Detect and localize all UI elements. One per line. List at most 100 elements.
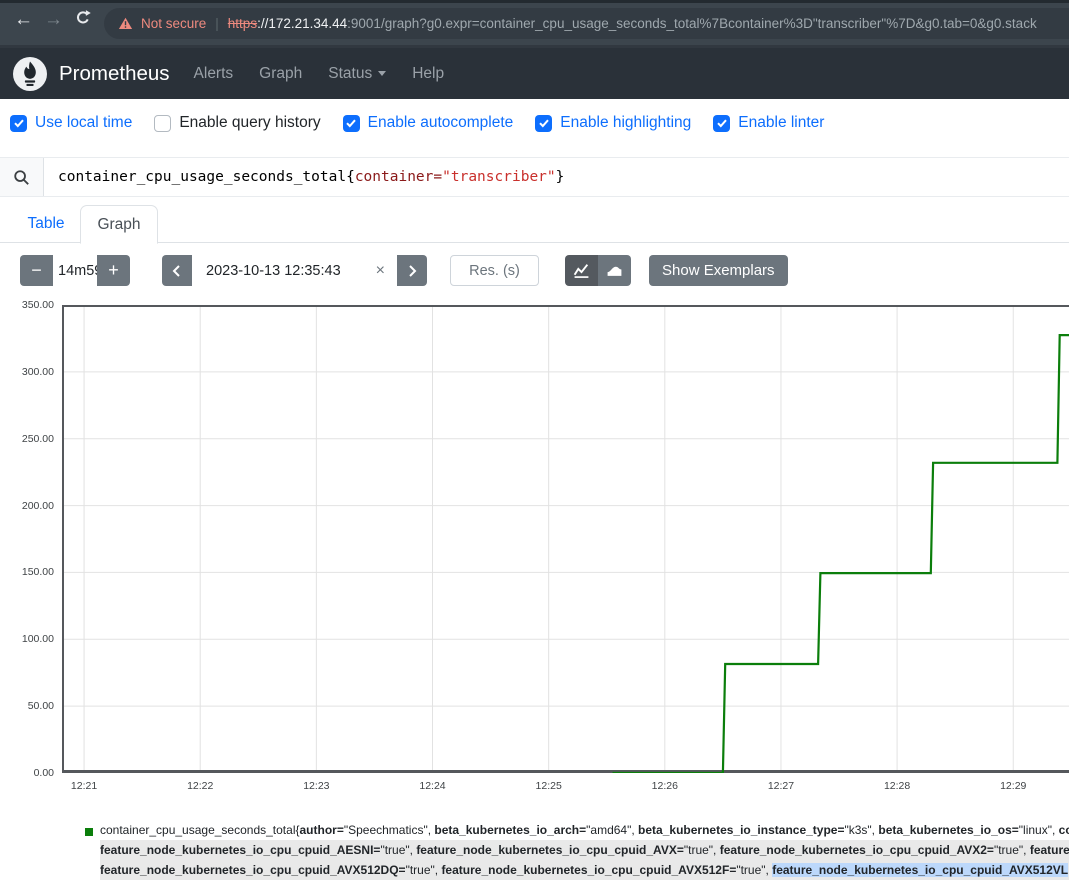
legend-label-name: feature_node_kubernetes_io_cpu_cpuid_AVX… — [772, 863, 1068, 877]
legend-label-value: container_cpu_usage_seconds_total{ — [100, 823, 300, 837]
y-axis-tick-label: 350.00 — [22, 299, 54, 311]
y-axis-labels: 0.0050.00100.00150.00200.00250.00300.003… — [0, 305, 57, 773]
stacked-chart-button[interactable] — [598, 255, 631, 286]
query-token-metric: container_cpu_usage_seconds_total — [58, 169, 346, 185]
query-token-label: container= — [355, 169, 442, 185]
chevron-right-icon — [406, 264, 418, 278]
clear-datetime-icon[interactable]: × — [376, 262, 385, 280]
legend-label-value: "true", — [380, 843, 416, 857]
duration-control-group: − 14m59s + — [20, 255, 130, 286]
checkbox-label: Enable linter — [738, 114, 824, 132]
x-axis-tick-label: 12:26 — [643, 780, 687, 792]
x-axis-tick-label: 12:21 — [62, 780, 106, 792]
legend-line: container_cpu_usage_seconds_total{author… — [100, 820, 1069, 840]
y-axis-tick-label: 50.00 — [28, 700, 54, 712]
panel-tabs: Table Graph — [0, 205, 1069, 243]
legend-label-name: feature_node_kubernetes_io_cpu_cpuid_AVX… — [416, 843, 684, 857]
show-exemplars-button[interactable]: Show Exemplars — [649, 255, 788, 286]
next-time-button[interactable] — [397, 255, 427, 286]
legend-label-name: beta_kubernetes_io_instance_type= — [638, 823, 844, 837]
legend-label-name: feature_node_kubernetes_io_cpu_cpuid_AVX… — [100, 863, 406, 877]
settings-row: Use local time Enable query history Enab… — [10, 114, 824, 132]
url-bar[interactable]: Not secure | https ://172.21.34.44 :9001… — [104, 8, 1069, 39]
legend-label-name: beta_kubernetes_io_os= — [878, 823, 1018, 837]
checkbox-enable-query-history[interactable]: Enable query history — [154, 114, 320, 132]
checkbox-icon[interactable] — [10, 115, 27, 132]
datetime-input[interactable]: 2023-10-13 12:35:43 × — [192, 255, 397, 286]
reload-icon[interactable] — [74, 9, 92, 33]
chevron-left-icon — [171, 264, 183, 278]
not-secure-label: Not secure — [141, 16, 206, 31]
legend-label-name: feature_node_kubernetes_io_cpu_cpuid_AVX… — [441, 863, 736, 877]
url-path: :9001/graph?g0.expr=container_cpu_usage_… — [347, 16, 1037, 31]
legend-label-value: "k3s", — [844, 823, 878, 837]
back-icon[interactable]: ← — [14, 9, 33, 31]
resolution-input[interactable]: Res. (s) — [450, 255, 539, 286]
legend-label-name: author= — [300, 823, 344, 837]
x-axis-tick-label: 12:24 — [411, 780, 455, 792]
nav-item-status[interactable]: Status — [328, 65, 386, 83]
checkbox-icon[interactable] — [535, 115, 552, 132]
x-axis-tick-label: 12:22 — [178, 780, 222, 792]
url-host: ://172.21.34.44 — [257, 16, 347, 31]
query-token-string: "transcriber" — [442, 169, 556, 185]
checkbox-use-local-time[interactable]: Use local time — [10, 114, 132, 132]
nav-item-graph[interactable]: Graph — [259, 65, 302, 83]
checkbox-enable-highlighting[interactable]: Enable highlighting — [535, 114, 691, 132]
query-token-brace: } — [556, 169, 565, 185]
legend-label-value: "Speechmatics", — [344, 823, 435, 837]
url-scheme: https — [228, 16, 257, 31]
series-color-swatch — [85, 828, 93, 836]
datetime-control-group: 2023-10-13 12:35:43 × — [162, 255, 427, 286]
legend-label-name: co — [1059, 823, 1069, 837]
x-axis-tick-label: 12:28 — [875, 780, 919, 792]
legend-label-name: beta_kubernetes_io_arch= — [434, 823, 586, 837]
prometheus-navbar: Prometheus Alerts Graph Status Help — [0, 48, 1069, 99]
y-axis-tick-label: 200.00 — [22, 500, 54, 512]
increase-range-button[interactable]: + — [97, 255, 130, 286]
legend-label-value: "true", — [684, 843, 720, 857]
series-line — [613, 335, 1069, 773]
y-axis-tick-label: 300.00 — [22, 366, 54, 378]
check-icon — [13, 117, 25, 129]
tab-graph[interactable]: Graph — [80, 205, 158, 244]
graph-canvas — [62, 305, 1069, 773]
search-icon — [13, 169, 30, 186]
nav-item-help[interactable]: Help — [412, 65, 444, 83]
checkbox-enable-linter[interactable]: Enable linter — [713, 114, 824, 132]
warning-triangle-icon — [118, 17, 133, 30]
graph-toolbar: − 14m59s + 2023-10-13 12:35:43 × Res. (s… — [0, 255, 1069, 286]
nav-item-label: Alerts — [194, 65, 234, 83]
checkbox-icon[interactable] — [154, 115, 171, 132]
checkbox-label: Enable autocomplete — [368, 114, 514, 132]
checkbox-label: Enable query history — [179, 114, 320, 132]
window-top-strip — [0, 0, 1069, 3]
url-separator: | — [215, 16, 219, 31]
checkbox-icon[interactable] — [343, 115, 360, 132]
brand-title[interactable]: Prometheus — [59, 62, 170, 86]
checkbox-label: Enable highlighting — [560, 114, 691, 132]
forward-icon[interactable]: → — [44, 9, 63, 31]
x-axis-labels: 12:2112:2212:2312:2412:2512:2612:2712:28… — [62, 780, 1069, 796]
previous-time-button[interactable] — [162, 255, 192, 286]
line-chart-button[interactable] — [565, 255, 598, 286]
checkbox-label: Use local time — [35, 114, 132, 132]
query-search-addon — [0, 158, 44, 196]
reload-icon — [74, 9, 92, 27]
datetime-value: 2023-10-13 12:35:43 — [206, 263, 341, 279]
decrease-range-button[interactable]: − — [20, 255, 53, 286]
tab-table[interactable]: Table — [12, 205, 80, 243]
nav-item-alerts[interactable]: Alerts — [194, 65, 234, 83]
range-input[interactable]: 14m59s — [53, 255, 97, 286]
query-token-brace: { — [346, 169, 355, 185]
nav-item-label: Graph — [259, 65, 302, 83]
prometheus-logo-icon — [13, 57, 47, 91]
checkbox-icon[interactable] — [713, 115, 730, 132]
series-label-text: container_cpu_usage_seconds_total{author… — [100, 820, 1069, 880]
graph-plot-area[interactable] — [62, 305, 1069, 773]
query-expression-input[interactable]: container_cpu_usage_seconds_total{contai… — [44, 158, 1069, 196]
query-bar: container_cpu_usage_seconds_total{contai… — [0, 157, 1069, 197]
checkbox-enable-autocomplete[interactable]: Enable autocomplete — [343, 114, 514, 132]
y-axis-tick-label: 250.00 — [22, 433, 54, 445]
x-axis-tick-label: 12:27 — [759, 780, 803, 792]
